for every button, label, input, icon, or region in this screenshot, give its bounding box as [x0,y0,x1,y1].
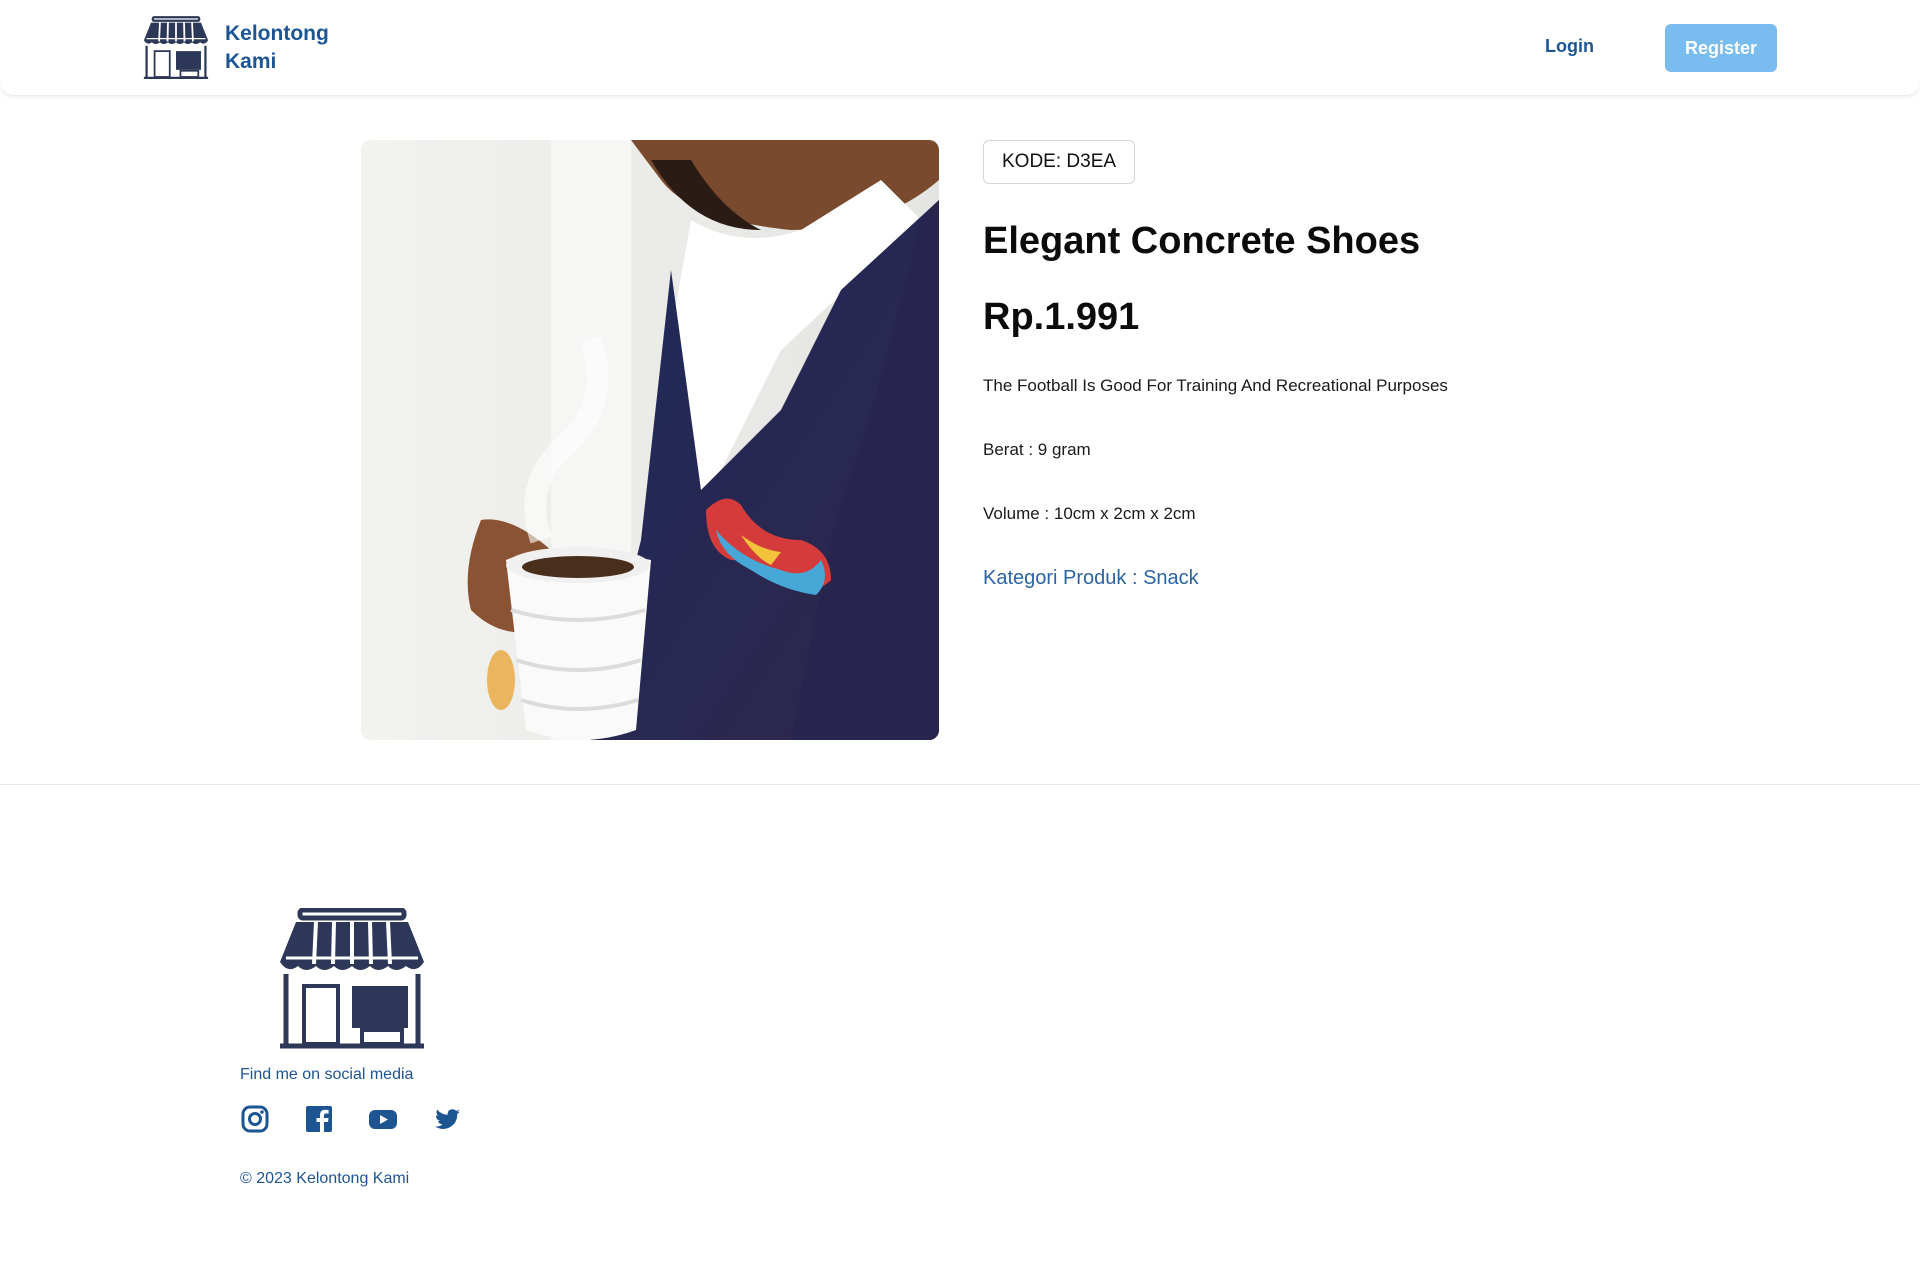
footer-divider [0,784,1920,785]
product-title: Elegant Concrete Shoes [983,220,1421,262]
copyright-text: © 2023 Kelontong Kami [240,1170,410,1187]
brand-name: Kelontong Kami [225,22,329,73]
youtube-icon[interactable] [368,1104,398,1134]
social-media-caption: Find me on social media [240,1066,414,1083]
product-weight: Berat : 9 gram [983,440,1091,459]
product-description: The Football Is Good For Training And Re… [983,376,1448,395]
brand[interactable]: Kelontong Kami [143,16,345,80]
facebook-icon[interactable] [304,1104,334,1134]
top-navbar: Kelontong Kami Login Register [0,0,1920,96]
product-category-link[interactable]: Kategori Produk : Snack [983,567,1199,590]
twitter-icon[interactable] [432,1104,462,1134]
register-button[interactable]: Register [1665,24,1777,72]
store-logo-icon [143,16,209,79]
instagram-icon[interactable] [240,1104,270,1134]
product-volume: Volume : 10cm x 2cm x 2cm [983,504,1196,523]
store-logo-icon [280,908,424,1049]
product-price: Rp.1.991 [983,296,1140,338]
social-links [240,1104,462,1134]
product-code-badge: KODE: D3EA [983,140,1136,184]
product-image [361,140,939,740]
login-link[interactable]: Login [1545,36,1594,57]
